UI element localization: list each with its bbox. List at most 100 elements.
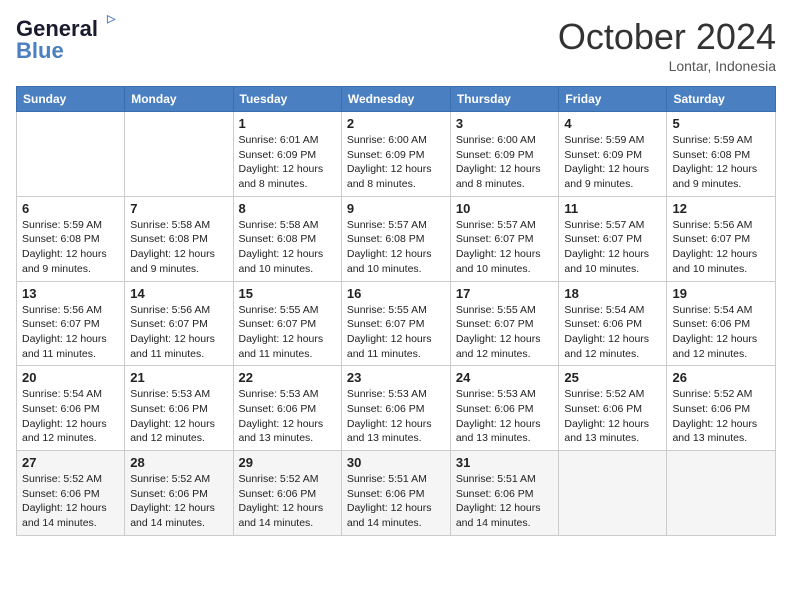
- day-number: 31: [456, 455, 554, 470]
- calendar-cell: 27 Sunrise: 5:52 AMSunset: 6:06 PMDayligh…: [17, 451, 125, 536]
- day-number: 25: [564, 370, 661, 385]
- day-info: Sunrise: 5:53 AMSunset: 6:06 PMDaylight:…: [347, 387, 445, 446]
- day-number: 29: [239, 455, 336, 470]
- day-number: 17: [456, 286, 554, 301]
- day-info: Sunrise: 5:54 AMSunset: 6:06 PMDaylight:…: [22, 387, 119, 446]
- day-number: 21: [130, 370, 227, 385]
- day-info: Sunrise: 5:59 AMSunset: 6:08 PMDaylight:…: [22, 218, 119, 277]
- calendar-cell: 22 Sunrise: 5:53 AMSunset: 6:06 PMDayligh…: [233, 366, 341, 451]
- day-number: 4: [564, 116, 661, 131]
- day-info: Sunrise: 5:55 AMSunset: 6:07 PMDaylight:…: [347, 303, 445, 362]
- calendar-cell: 16 Sunrise: 5:55 AMSunset: 6:07 PMDayligh…: [341, 281, 450, 366]
- calendar-cell: 19Sunrise: 5:54 AMSunset: 6:06 PMDayligh…: [667, 281, 776, 366]
- calendar-cell: 23 Sunrise: 5:53 AMSunset: 6:06 PMDayligh…: [341, 366, 450, 451]
- day-info: Sunrise: 5:53 AMSunset: 6:06 PMDaylight:…: [239, 387, 336, 446]
- day-info: Sunrise: 5:55 AMSunset: 6:07 PMDaylight:…: [456, 303, 554, 362]
- day-info: Sunrise: 5:52 AMSunset: 6:06 PMDaylight:…: [672, 387, 770, 446]
- calendar-cell: [125, 112, 233, 197]
- calendar-cell: 4 Sunrise: 5:59 AMSunset: 6:09 PMDaylight…: [559, 112, 667, 197]
- calendar-cell: 24 Sunrise: 5:53 AMSunset: 6:06 PMDayligh…: [450, 366, 559, 451]
- day-info: Sunrise: 5:52 AMSunset: 6:06 PMDaylight:…: [130, 472, 227, 531]
- calendar-cell: 28 Sunrise: 5:52 AMSunset: 6:06 PMDayligh…: [125, 451, 233, 536]
- day-info: Sunrise: 5:59 AMSunset: 6:09 PMDaylight:…: [564, 133, 661, 192]
- title-block: October 2024 Lontar, Indonesia: [558, 16, 776, 74]
- day-info: Sunrise: 5:57 AMSunset: 6:07 PMDaylight:…: [564, 218, 661, 277]
- day-number: 9: [347, 201, 445, 216]
- day-number: 15: [239, 286, 336, 301]
- day-info: Sunrise: 5:58 AMSunset: 6:08 PMDaylight:…: [239, 218, 336, 277]
- day-number: 22: [239, 370, 336, 385]
- calendar-cell: 10 Sunrise: 5:57 AMSunset: 6:07 PMDayligh…: [450, 196, 559, 281]
- calendar-cell: 12 Sunrise: 5:56 AMSunset: 6:07 PMDayligh…: [667, 196, 776, 281]
- calendar-cell: [667, 451, 776, 536]
- logo-bird-icon: ▹: [107, 8, 116, 29]
- day-info: Sunrise: 6:00 AMSunset: 6:09 PMDaylight:…: [347, 133, 445, 192]
- day-number: 7: [130, 201, 227, 216]
- calendar-cell: 30 Sunrise: 5:51 AMSunset: 6:06 PMDayligh…: [341, 451, 450, 536]
- calendar-cell: 20 Sunrise: 5:54 AMSunset: 6:06 PMDayligh…: [17, 366, 125, 451]
- day-info: Sunrise: 5:54 AMSunset: 6:06 PMDaylight:…: [564, 303, 661, 362]
- day-info: Sunrise: 5:57 AMSunset: 6:08 PMDaylight:…: [347, 218, 445, 277]
- day-info: Sunrise: 5:56 AMSunset: 6:07 PMDaylight:…: [672, 218, 770, 277]
- day-info: Sunrise: 5:52 AMSunset: 6:06 PMDaylight:…: [564, 387, 661, 446]
- calendar-cell: 14 Sunrise: 5:56 AMSunset: 6:07 PMDayligh…: [125, 281, 233, 366]
- day-info: Sunrise: 5:57 AMSunset: 6:07 PMDaylight:…: [456, 218, 554, 277]
- day-number: 20: [22, 370, 119, 385]
- day-info: Sunrise: 5:55 AMSunset: 6:07 PMDaylight:…: [239, 303, 336, 362]
- day-info: Sunrise: 5:51 AMSunset: 6:06 PMDaylight:…: [347, 472, 445, 531]
- col-header-monday: Monday: [125, 87, 233, 112]
- day-info: Sunrise: 5:51 AMSunset: 6:06 PMDaylight:…: [456, 472, 554, 531]
- day-number: 16: [347, 286, 445, 301]
- day-number: 23: [347, 370, 445, 385]
- day-number: 24: [456, 370, 554, 385]
- calendar-cell: 8 Sunrise: 5:58 AMSunset: 6:08 PMDaylight…: [233, 196, 341, 281]
- calendar-cell: 3 Sunrise: 6:00 AMSunset: 6:09 PMDaylight…: [450, 112, 559, 197]
- day-number: 27: [22, 455, 119, 470]
- calendar-cell: 9 Sunrise: 5:57 AMSunset: 6:08 PMDaylight…: [341, 196, 450, 281]
- day-info: Sunrise: 5:53 AMSunset: 6:06 PMDaylight:…: [456, 387, 554, 446]
- day-number: 18: [564, 286, 661, 301]
- day-info: Sunrise: 6:00 AMSunset: 6:09 PMDaylight:…: [456, 133, 554, 192]
- calendar-week-2: 6 Sunrise: 5:59 AMSunset: 6:08 PMDaylight…: [17, 196, 776, 281]
- day-number: 30: [347, 455, 445, 470]
- col-header-thursday: Thursday: [450, 87, 559, 112]
- day-info: Sunrise: 6:01 AMSunset: 6:09 PMDaylight:…: [239, 133, 336, 192]
- calendar-cell: 7Sunrise: 5:58 AMSunset: 6:08 PMDaylight…: [125, 196, 233, 281]
- day-info: Sunrise: 5:56 AMSunset: 6:07 PMDaylight:…: [130, 303, 227, 362]
- calendar-cell: [559, 451, 667, 536]
- day-number: 28: [130, 455, 227, 470]
- calendar-cell: 21 Sunrise: 5:53 AMSunset: 6:06 PMDayligh…: [125, 366, 233, 451]
- calendar-cell: 6 Sunrise: 5:59 AMSunset: 6:08 PMDaylight…: [17, 196, 125, 281]
- day-number: 26: [672, 370, 770, 385]
- day-number: 5: [672, 116, 770, 131]
- calendar-cell: 18 Sunrise: 5:54 AMSunset: 6:06 PMDayligh…: [559, 281, 667, 366]
- day-info: Sunrise: 5:52 AMSunset: 6:06 PMDaylight:…: [22, 472, 119, 531]
- calendar-cell: 15 Sunrise: 5:55 AMSunset: 6:07 PMDayligh…: [233, 281, 341, 366]
- calendar-cell: 29 Sunrise: 5:52 AMSunset: 6:06 PMDayligh…: [233, 451, 341, 536]
- logo-general: General: [16, 16, 98, 41]
- calendar-cell: 5 Sunrise: 5:59 AMSunset: 6:08 PMDaylight…: [667, 112, 776, 197]
- day-number: 10: [456, 201, 554, 216]
- day-info: Sunrise: 5:52 AMSunset: 6:06 PMDaylight:…: [239, 472, 336, 531]
- calendar-cell: 1 Sunrise: 6:01 AMSunset: 6:09 PMDaylight…: [233, 112, 341, 197]
- day-info: Sunrise: 5:53 AMSunset: 6:06 PMDaylight:…: [130, 387, 227, 446]
- day-info: Sunrise: 5:59 AMSunset: 6:08 PMDaylight:…: [672, 133, 770, 192]
- col-header-saturday: Saturday: [667, 87, 776, 112]
- calendar-table: SundayMondayTuesdayWednesdayThursdayFrid…: [16, 86, 776, 536]
- day-number: 12: [672, 201, 770, 216]
- calendar-cell: 11 Sunrise: 5:57 AMSunset: 6:07 PMDayligh…: [559, 196, 667, 281]
- calendar-week-5: 27 Sunrise: 5:52 AMSunset: 6:06 PMDayligh…: [17, 451, 776, 536]
- calendar-week-1: 1 Sunrise: 6:01 AMSunset: 6:09 PMDaylight…: [17, 112, 776, 197]
- calendar-cell: 2Sunrise: 6:00 AMSunset: 6:09 PMDaylight…: [341, 112, 450, 197]
- day-number: 6: [22, 201, 119, 216]
- day-number: 14: [130, 286, 227, 301]
- day-number: 8: [239, 201, 336, 216]
- month-title: October 2024: [558, 16, 776, 58]
- calendar-cell: 25 Sunrise: 5:52 AMSunset: 6:06 PMDayligh…: [559, 366, 667, 451]
- day-number: 13: [22, 286, 119, 301]
- day-number: 1: [239, 116, 336, 131]
- col-header-wednesday: Wednesday: [341, 87, 450, 112]
- day-number: 3: [456, 116, 554, 131]
- calendar-week-4: 20 Sunrise: 5:54 AMSunset: 6:06 PMDayligh…: [17, 366, 776, 451]
- day-number: 11: [564, 201, 661, 216]
